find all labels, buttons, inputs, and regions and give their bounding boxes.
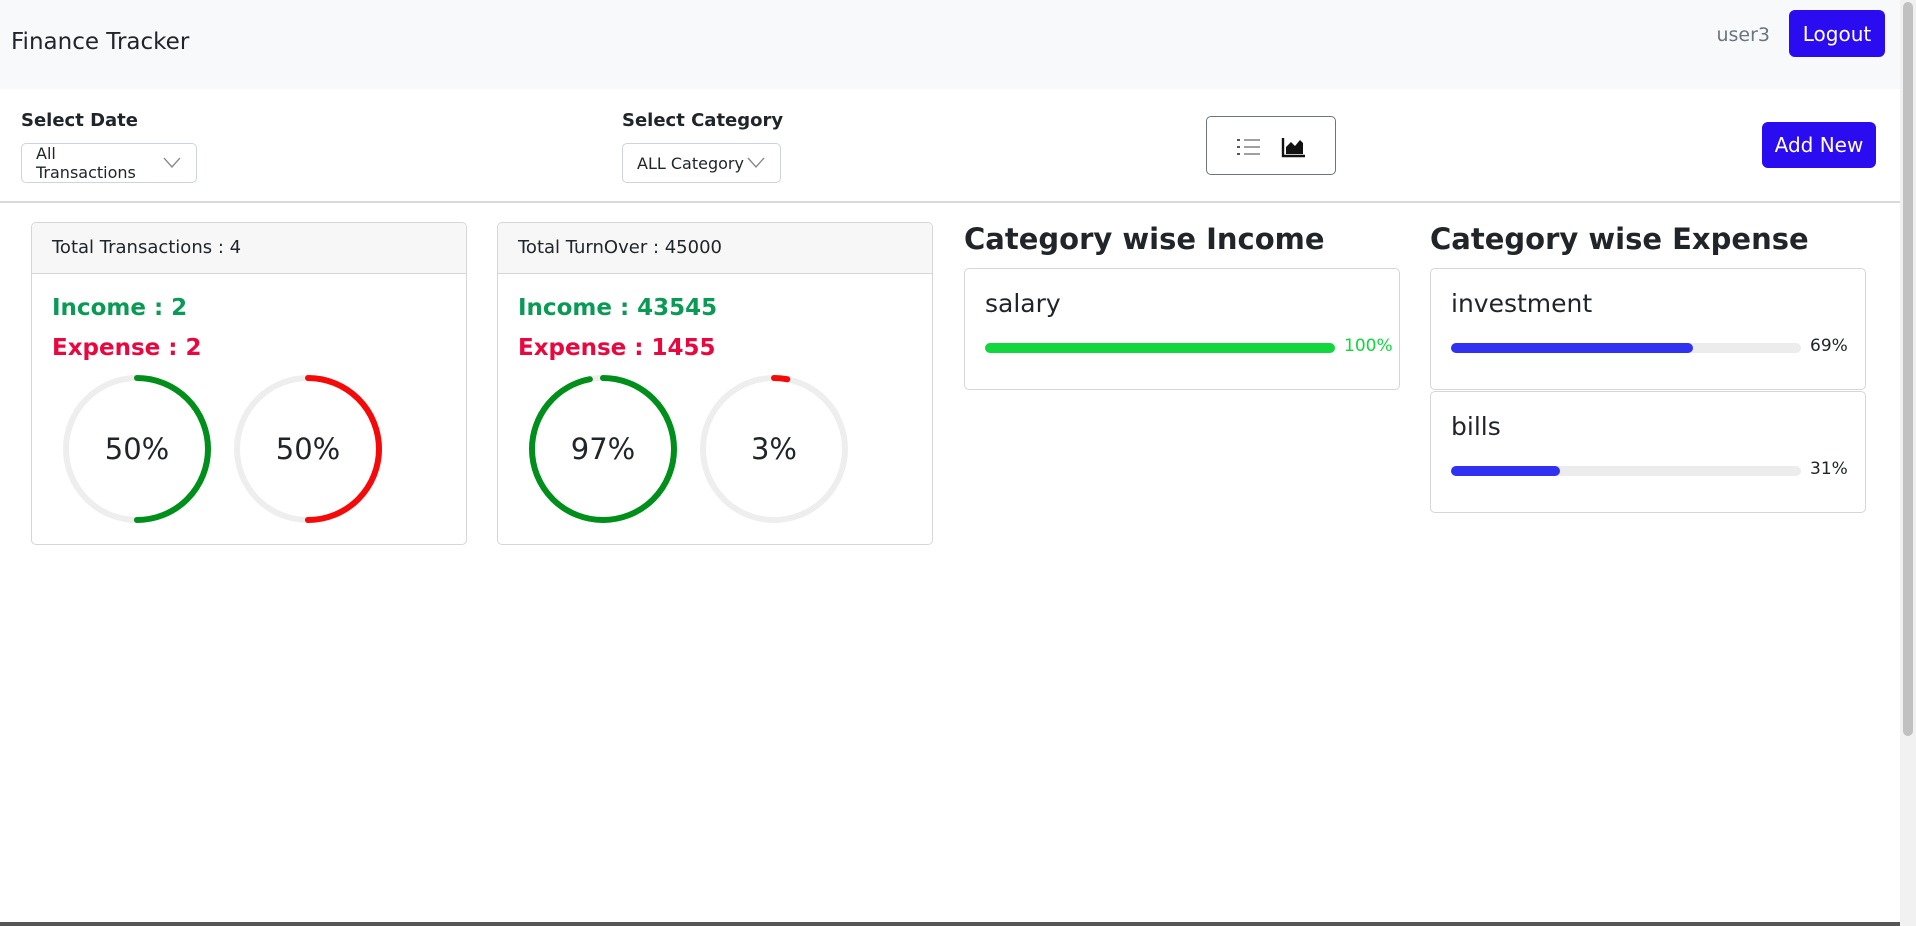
area-chart-icon[interactable]: [1281, 136, 1307, 158]
navbar: Finance Tracker user3 Logout: [0, 0, 1900, 89]
expense-turnover-ring: 3%: [700, 375, 848, 523]
chevron-down-icon: [747, 157, 765, 169]
page-scrollbar[interactable]: [1900, 0, 1916, 926]
expense-category-bar-fill: [1451, 343, 1693, 353]
income-turnover-ring: 97%: [529, 375, 677, 523]
date-select-value: All Transactions: [36, 144, 136, 182]
select-category-label: Select Category: [622, 110, 784, 131]
date-select[interactable]: All Transactions: [21, 143, 197, 183]
turnover-expense-amount: Expense : 1455: [518, 335, 716, 361]
income-category-bar-track: [985, 343, 1335, 353]
select-date-label: Select Date: [21, 110, 138, 131]
scrollbar-thumb[interactable]: [1903, 2, 1913, 736]
income-turnover-percent: 97%: [571, 432, 635, 466]
expense-category-bar-track: [1451, 343, 1801, 353]
income-category-percent: 100%: [1344, 336, 1393, 356]
income-count-percent: 50%: [105, 432, 169, 466]
category-income-title: Category wise Income: [964, 222, 1325, 256]
total-transactions-header: Total Transactions : 4: [32, 223, 466, 274]
expense-category-percent: 31%: [1810, 459, 1848, 479]
chevron-down-icon: [163, 157, 181, 169]
expense-category-bar-fill: [1451, 466, 1560, 476]
username-label: user3: [1716, 24, 1770, 46]
income-category-item: salary 100%: [964, 268, 1400, 390]
total-transactions-card: Total Transactions : 4 Income : 2 Expens…: [31, 222, 467, 545]
expense-category-item: investment 69%: [1430, 268, 1866, 390]
view-toggle: [1206, 116, 1336, 175]
total-turnover-header: Total TurnOver : 45000: [498, 223, 932, 274]
filter-bar: Select Date All Transactions Select Cate…: [0, 89, 1900, 203]
expense-count-percent: 50%: [276, 432, 340, 466]
expense-category-name: bills: [1451, 412, 1501, 441]
add-new-button[interactable]: Add New: [1762, 122, 1876, 168]
income-count-ring: 50%: [63, 375, 211, 523]
transactions-income-count: Income : 2: [52, 295, 188, 321]
window-bottom-edge: [0, 922, 1900, 926]
income-category-name: salary: [985, 289, 1061, 318]
transactions-expense-count: Expense : 2: [52, 335, 202, 361]
category-select[interactable]: ALL Category: [622, 143, 781, 183]
expense-category-item: bills 31%: [1430, 391, 1866, 513]
expense-category-bar-track: [1451, 466, 1801, 476]
income-category-bar-fill: [985, 343, 1335, 353]
total-turnover-card: Total TurnOver : 45000 Income : 43545 Ex…: [497, 222, 933, 545]
category-select-value: ALL Category: [637, 153, 744, 173]
turnover-income-amount: Income : 43545: [518, 295, 718, 321]
expense-category-name: investment: [1451, 289, 1593, 318]
brand-title[interactable]: Finance Tracker: [11, 29, 189, 55]
expense-count-ring: 50%: [234, 375, 382, 523]
list-icon[interactable]: [1236, 136, 1262, 158]
expense-category-percent: 69%: [1810, 336, 1848, 356]
expense-turnover-percent: 3%: [751, 432, 797, 466]
logout-button[interactable]: Logout: [1789, 10, 1885, 57]
category-expense-title: Category wise Expense: [1430, 222, 1809, 256]
